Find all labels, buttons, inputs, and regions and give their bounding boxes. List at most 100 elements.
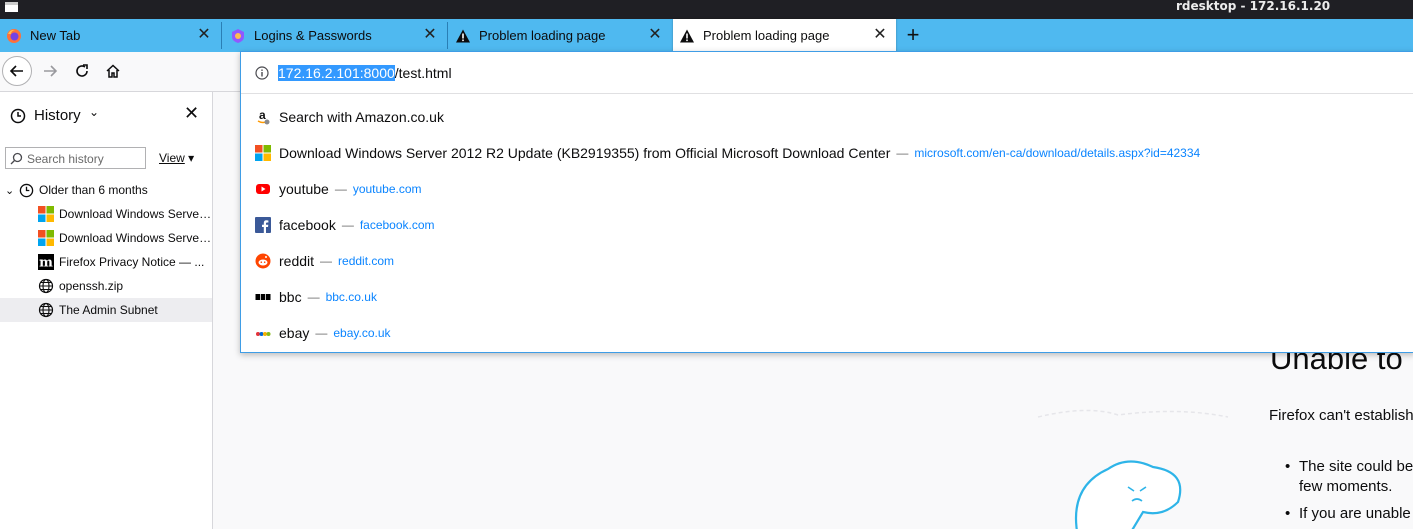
history-sidebar: History ⌄ ✕ Search history View ▾ ⌄ Olde… (0, 92, 213, 529)
home-icon (106, 64, 120, 78)
suggestion-url: youtube.com (352, 182, 422, 196)
svg-text:m: m (39, 256, 53, 271)
suggestion-row[interactable]: a Search with Amazon.co.uk (241, 99, 1413, 135)
tab-logins-passwords[interactable]: Logins & Passwords ✕ (224, 19, 446, 52)
tab-strip: New Tab ✕ Logins & Passwords ✕ Problem l… (0, 19, 1413, 52)
suggestion-title: reddit (279, 253, 315, 269)
reddit-icon (255, 253, 271, 269)
back-button[interactable] (2, 56, 32, 86)
clock-icon (10, 108, 26, 124)
youtube-icon (256, 184, 270, 194)
microsoft-icon (38, 230, 54, 246)
suggestion-row[interactable]: youtube — youtube.com (241, 171, 1413, 207)
sidebar-title[interactable]: History (34, 107, 81, 124)
history-group-label: Older than 6 months (39, 183, 148, 197)
error-bullet-text: The site could be (1299, 458, 1413, 475)
history-item-label: Download Windows Server... (59, 231, 212, 245)
history-item-label: Firefox Privacy Notice — ... (59, 255, 205, 269)
view-menu-button[interactable]: View ▾ (159, 151, 194, 165)
arrow-left-icon (9, 65, 23, 77)
tab-label: New Tab (30, 28, 81, 43)
warning-icon (456, 29, 470, 42)
suggestion-title: youtube (279, 181, 329, 197)
history-group-older[interactable]: ⌄ Older than 6 months (0, 178, 212, 202)
tab-separator (221, 22, 222, 49)
facebook-icon (255, 217, 271, 233)
suggestion-title: ebay (279, 325, 310, 341)
tab-problem-loading-2[interactable]: Problem loading page ✕ (673, 19, 896, 52)
reload-button[interactable] (67, 56, 97, 86)
separator-dash: — (341, 218, 354, 232)
forward-button[interactable] (35, 56, 65, 86)
url-selected-text: 172.16.2.101:8000 (278, 65, 395, 81)
separator-dash: — (307, 290, 320, 304)
home-button[interactable] (98, 56, 128, 86)
suggestion-url: microsoft.com/en-ca/download/details.asp… (914, 146, 1201, 160)
close-icon[interactable]: ✕ (422, 27, 438, 43)
close-icon[interactable]: ✕ (647, 27, 663, 43)
separator-dash: — (315, 326, 328, 340)
tab-separator (447, 22, 448, 49)
suggestion-url: ebay.co.uk (333, 326, 391, 340)
suggestion-row[interactable]: ebay — ebay.co.uk (241, 315, 1413, 351)
window-icon (5, 2, 18, 12)
bbc-icon (255, 294, 271, 300)
history-item-label: Download Windows Server... (59, 207, 212, 221)
globe-icon (38, 302, 54, 318)
firefox-icon (7, 28, 21, 43)
close-icon[interactable]: ✕ (872, 27, 888, 43)
history-item-label: The Admin Subnet (59, 303, 158, 317)
amazon-icon: a (257, 109, 270, 125)
suggestion-row[interactable]: bbc — bbc.co.uk (241, 279, 1413, 315)
mozilla-icon: m (38, 254, 54, 270)
suggestion-row[interactable]: Download Windows Server 2012 R2 Update (… (241, 135, 1413, 171)
suggestion-title: Download Windows Server 2012 R2 Update (… (279, 145, 891, 161)
error-illustration-icon (1037, 409, 1229, 529)
error-bullet-text: If you are unable (1299, 505, 1411, 522)
history-item[interactable]: m Firefox Privacy Notice — ... (0, 250, 212, 274)
microsoft-icon (255, 145, 271, 161)
history-item[interactable]: Download Windows Server... (0, 202, 212, 226)
error-description: Firefox can't establish (1269, 407, 1413, 424)
suggestion-row[interactable]: reddit — reddit.com (241, 243, 1413, 279)
url-path-text: /test.html (394, 65, 452, 81)
suggestion-title: facebook (279, 217, 336, 233)
error-bullet-continuation: few moments. (1299, 478, 1393, 495)
chevron-down-icon: ▾ (188, 151, 195, 165)
suggestion-row[interactable]: facebook — facebook.com (241, 207, 1413, 243)
separator-dash: — (320, 254, 333, 268)
view-label: View (159, 151, 185, 165)
new-tab-button[interactable]: + (898, 19, 928, 52)
tab-new-tab[interactable]: New Tab ✕ (0, 19, 220, 52)
suggestion-title: Search with Amazon.co.uk (279, 109, 444, 125)
suggestion-title: bbc (279, 289, 302, 305)
close-icon[interactable]: ✕ (184, 104, 199, 122)
microsoft-icon (38, 206, 54, 222)
suggestion-url: bbc.co.uk (325, 290, 377, 304)
chevron-down-icon[interactable]: ⌄ (5, 184, 19, 197)
url-text[interactable]: 172.16.2.101:8000/test.html (278, 65, 452, 81)
history-item[interactable]: openssh.zip (0, 274, 212, 298)
suggestion-url: facebook.com (359, 218, 435, 232)
remote-desktop-titlebar: rdesktop - 172.16.1.20 (0, 0, 1413, 19)
warning-icon (680, 29, 694, 42)
info-icon[interactable] (255, 66, 269, 80)
urlbar-dropdown: 172.16.2.101:8000/test.html a Search wit… (240, 51, 1413, 353)
urlbar-input[interactable]: 172.16.2.101:8000/test.html (241, 52, 1413, 94)
search-history-input[interactable]: Search history (5, 147, 146, 169)
tab-label: Logins & Passwords (254, 28, 372, 43)
suggestion-url: reddit.com (338, 254, 395, 268)
history-item-selected[interactable]: The Admin Subnet (0, 298, 212, 322)
reload-icon (76, 64, 88, 77)
chevron-down-icon[interactable]: ⌄ (89, 105, 99, 119)
tab-problem-loading-1[interactable]: Problem loading page ✕ (449, 19, 671, 52)
history-item[interactable]: Download Windows Server... (0, 226, 212, 250)
svg-text:a: a (259, 109, 266, 122)
ebay-icon (256, 332, 271, 336)
search-placeholder: Search history (27, 152, 104, 166)
tab-label: Problem loading page (479, 28, 606, 43)
sidebar-header: History ⌄ ✕ (0, 92, 212, 136)
clock-icon (19, 183, 34, 197)
close-icon[interactable]: ✕ (196, 27, 212, 43)
search-icon (10, 152, 23, 165)
